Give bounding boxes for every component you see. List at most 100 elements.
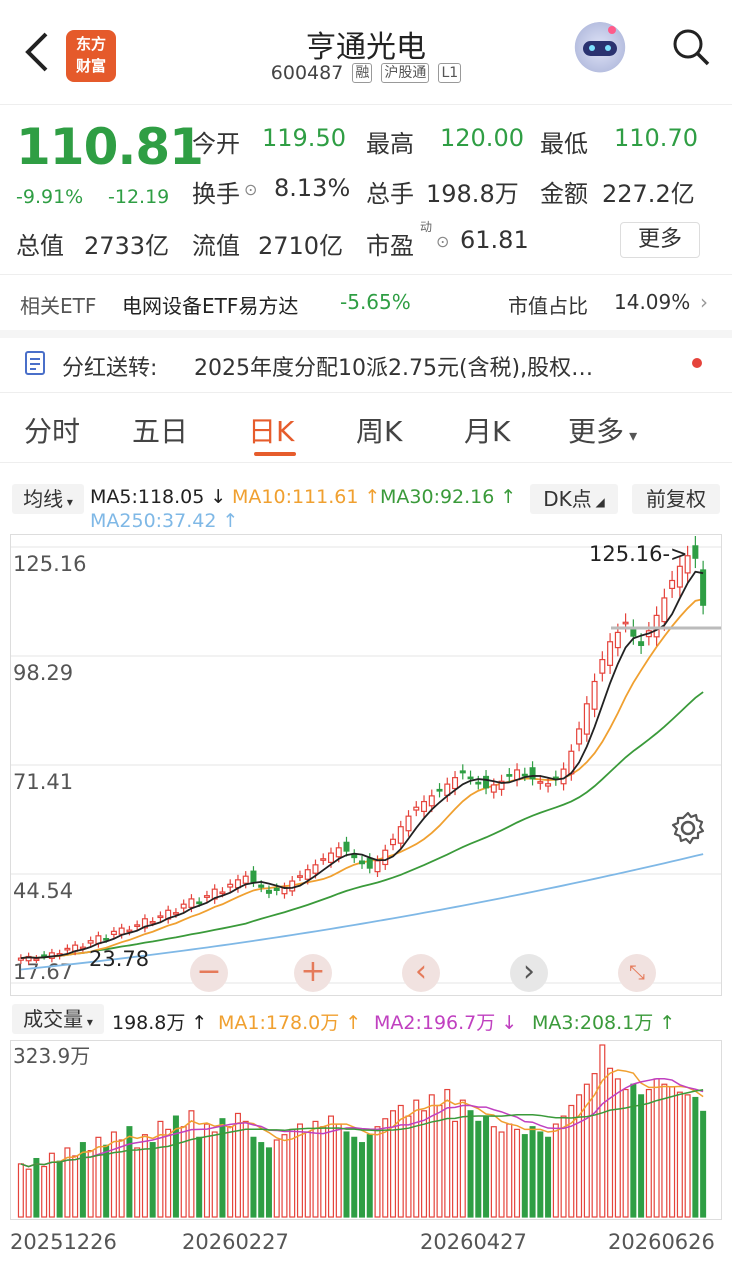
candle-body [692, 545, 699, 559]
candle-body [700, 569, 707, 606]
y-tick-label: 17.67 [13, 960, 73, 984]
ma5-label: MA5:118.05 ↓ [90, 486, 227, 508]
min-price-label: 23.78 [89, 947, 149, 971]
candle-body [33, 958, 40, 962]
volume-bar [607, 1067, 614, 1218]
volume-bar [467, 1110, 474, 1218]
margin-tag: 融 [352, 63, 373, 83]
volume-indicator-select[interactable]: 成交量 ▾ [12, 1004, 104, 1034]
volume-bar [351, 1136, 358, 1218]
pe-value: 61.81 [460, 226, 529, 254]
candle-body [188, 898, 195, 908]
volume-bar [234, 1112, 241, 1218]
candle-body [242, 875, 249, 884]
change-percent: -9.91% [16, 186, 84, 208]
indicator-select[interactable]: 均线 ▾ [12, 484, 84, 514]
kline-chart[interactable]: 125.16 98.29 71.41 44.54 17.67 125.16-> 23.78 [10, 534, 722, 996]
y-tick-label: 98.29 [13, 661, 73, 685]
candle-body [653, 614, 660, 638]
candle-body [64, 947, 71, 951]
tab-weekly-k[interactable]: 周K [356, 410, 402, 450]
candle-body [669, 579, 676, 589]
level-tag: L1 [438, 63, 462, 83]
more-info-icon[interactable]: ⊙ [244, 174, 257, 199]
candle-body [103, 938, 110, 941]
candle-body [506, 774, 513, 777]
turnover-label: 换手 [192, 180, 240, 208]
candle-body [428, 795, 435, 807]
y-tick-label: 71.41 [13, 770, 73, 794]
candle-body [157, 915, 164, 919]
pe-label: 市盈 [366, 232, 414, 260]
volume-bar [676, 1091, 683, 1218]
scroll-right-button[interactable]: › [510, 954, 548, 992]
volume-bar [382, 1118, 389, 1218]
etf-name: 电网设备ETF易方达 [122, 294, 299, 318]
volume-bar [560, 1115, 567, 1218]
volume-bar [630, 1083, 637, 1218]
tab-more[interactable]: 更多 ▾ [568, 410, 637, 450]
candle-body [219, 891, 226, 895]
volume-bar [242, 1120, 249, 1218]
volume-bar [358, 1142, 366, 1218]
candle-body [405, 815, 412, 832]
fullscreen-icon[interactable]: ⤡ [618, 954, 656, 992]
float-cap-value: 2710亿 [258, 232, 344, 260]
volume-chart[interactable]: 323.9万 [10, 1040, 722, 1220]
volume-bar [281, 1134, 288, 1218]
search-icon[interactable] [672, 28, 710, 66]
etf-ratio-label: 市值占比 [508, 294, 588, 318]
scroll-left-button[interactable]: ‹ [402, 954, 440, 992]
candle-body [413, 806, 420, 811]
tab-intraday[interactable]: 分时 [24, 410, 80, 450]
volume-ma1: MA1:178.0万 ↑ [218, 1012, 362, 1034]
volume-ma3: MA3:208.1万 ↑ [532, 1012, 676, 1034]
low-label: 最低 [540, 130, 588, 158]
tab-daily-k[interactable]: 日K [248, 410, 294, 450]
volume-bar [700, 1110, 707, 1218]
volume-bar [692, 1096, 699, 1218]
y-tick-label: 44.54 [13, 879, 73, 903]
high-label: 最高 [366, 130, 414, 158]
volume-bar [684, 1094, 691, 1218]
volume-svg: 323.9万 [13, 1044, 707, 1218]
volume-bar [265, 1147, 272, 1218]
tab-five-day[interactable]: 五日 [132, 410, 188, 450]
pe-info-icon[interactable]: ⊙ [436, 226, 449, 251]
amount-label: 金额 [540, 180, 588, 208]
volume-bar [56, 1160, 63, 1218]
volume-bar [599, 1044, 606, 1218]
volume-bar [397, 1104, 404, 1218]
volume-bar [258, 1142, 265, 1218]
volume-bar [421, 1110, 428, 1218]
unread-dot [692, 358, 702, 368]
candle-body [521, 773, 528, 777]
volume-label: 总手 [366, 180, 414, 208]
float-cap-label: 流值 [192, 232, 240, 260]
zoom-in-button[interactable]: + [294, 954, 332, 992]
candle-body [351, 854, 358, 859]
volume-bar [103, 1144, 110, 1218]
candle-body [343, 841, 350, 852]
volume-bar [529, 1126, 536, 1218]
assistant-robot-icon[interactable] [572, 22, 628, 78]
candle-body [459, 770, 466, 774]
candle-body [622, 621, 629, 625]
tab-monthly-k[interactable]: 月K [464, 410, 510, 450]
max-price-label: 125.16-> [589, 542, 688, 566]
candle-body [676, 565, 683, 588]
candle-body [335, 847, 342, 858]
volume-bar [95, 1136, 102, 1218]
volume-bar [343, 1131, 350, 1218]
volume-bar [41, 1165, 48, 1218]
dropdown-arrow-icon: ▾ [624, 426, 638, 445]
adjust-select[interactable]: 前复权 [632, 484, 720, 514]
candle-body [366, 857, 373, 869]
zoom-out-button[interactable]: − [190, 954, 228, 992]
candle-body [537, 781, 544, 784]
more-quote-button[interactable]: 更多 [620, 222, 700, 258]
volume-bar [475, 1120, 482, 1218]
ma30-label: MA30:92.16 ↑ [380, 486, 517, 508]
dk-point-select[interactable]: DK点 ◢ [530, 484, 618, 514]
volume-bar [506, 1123, 513, 1218]
